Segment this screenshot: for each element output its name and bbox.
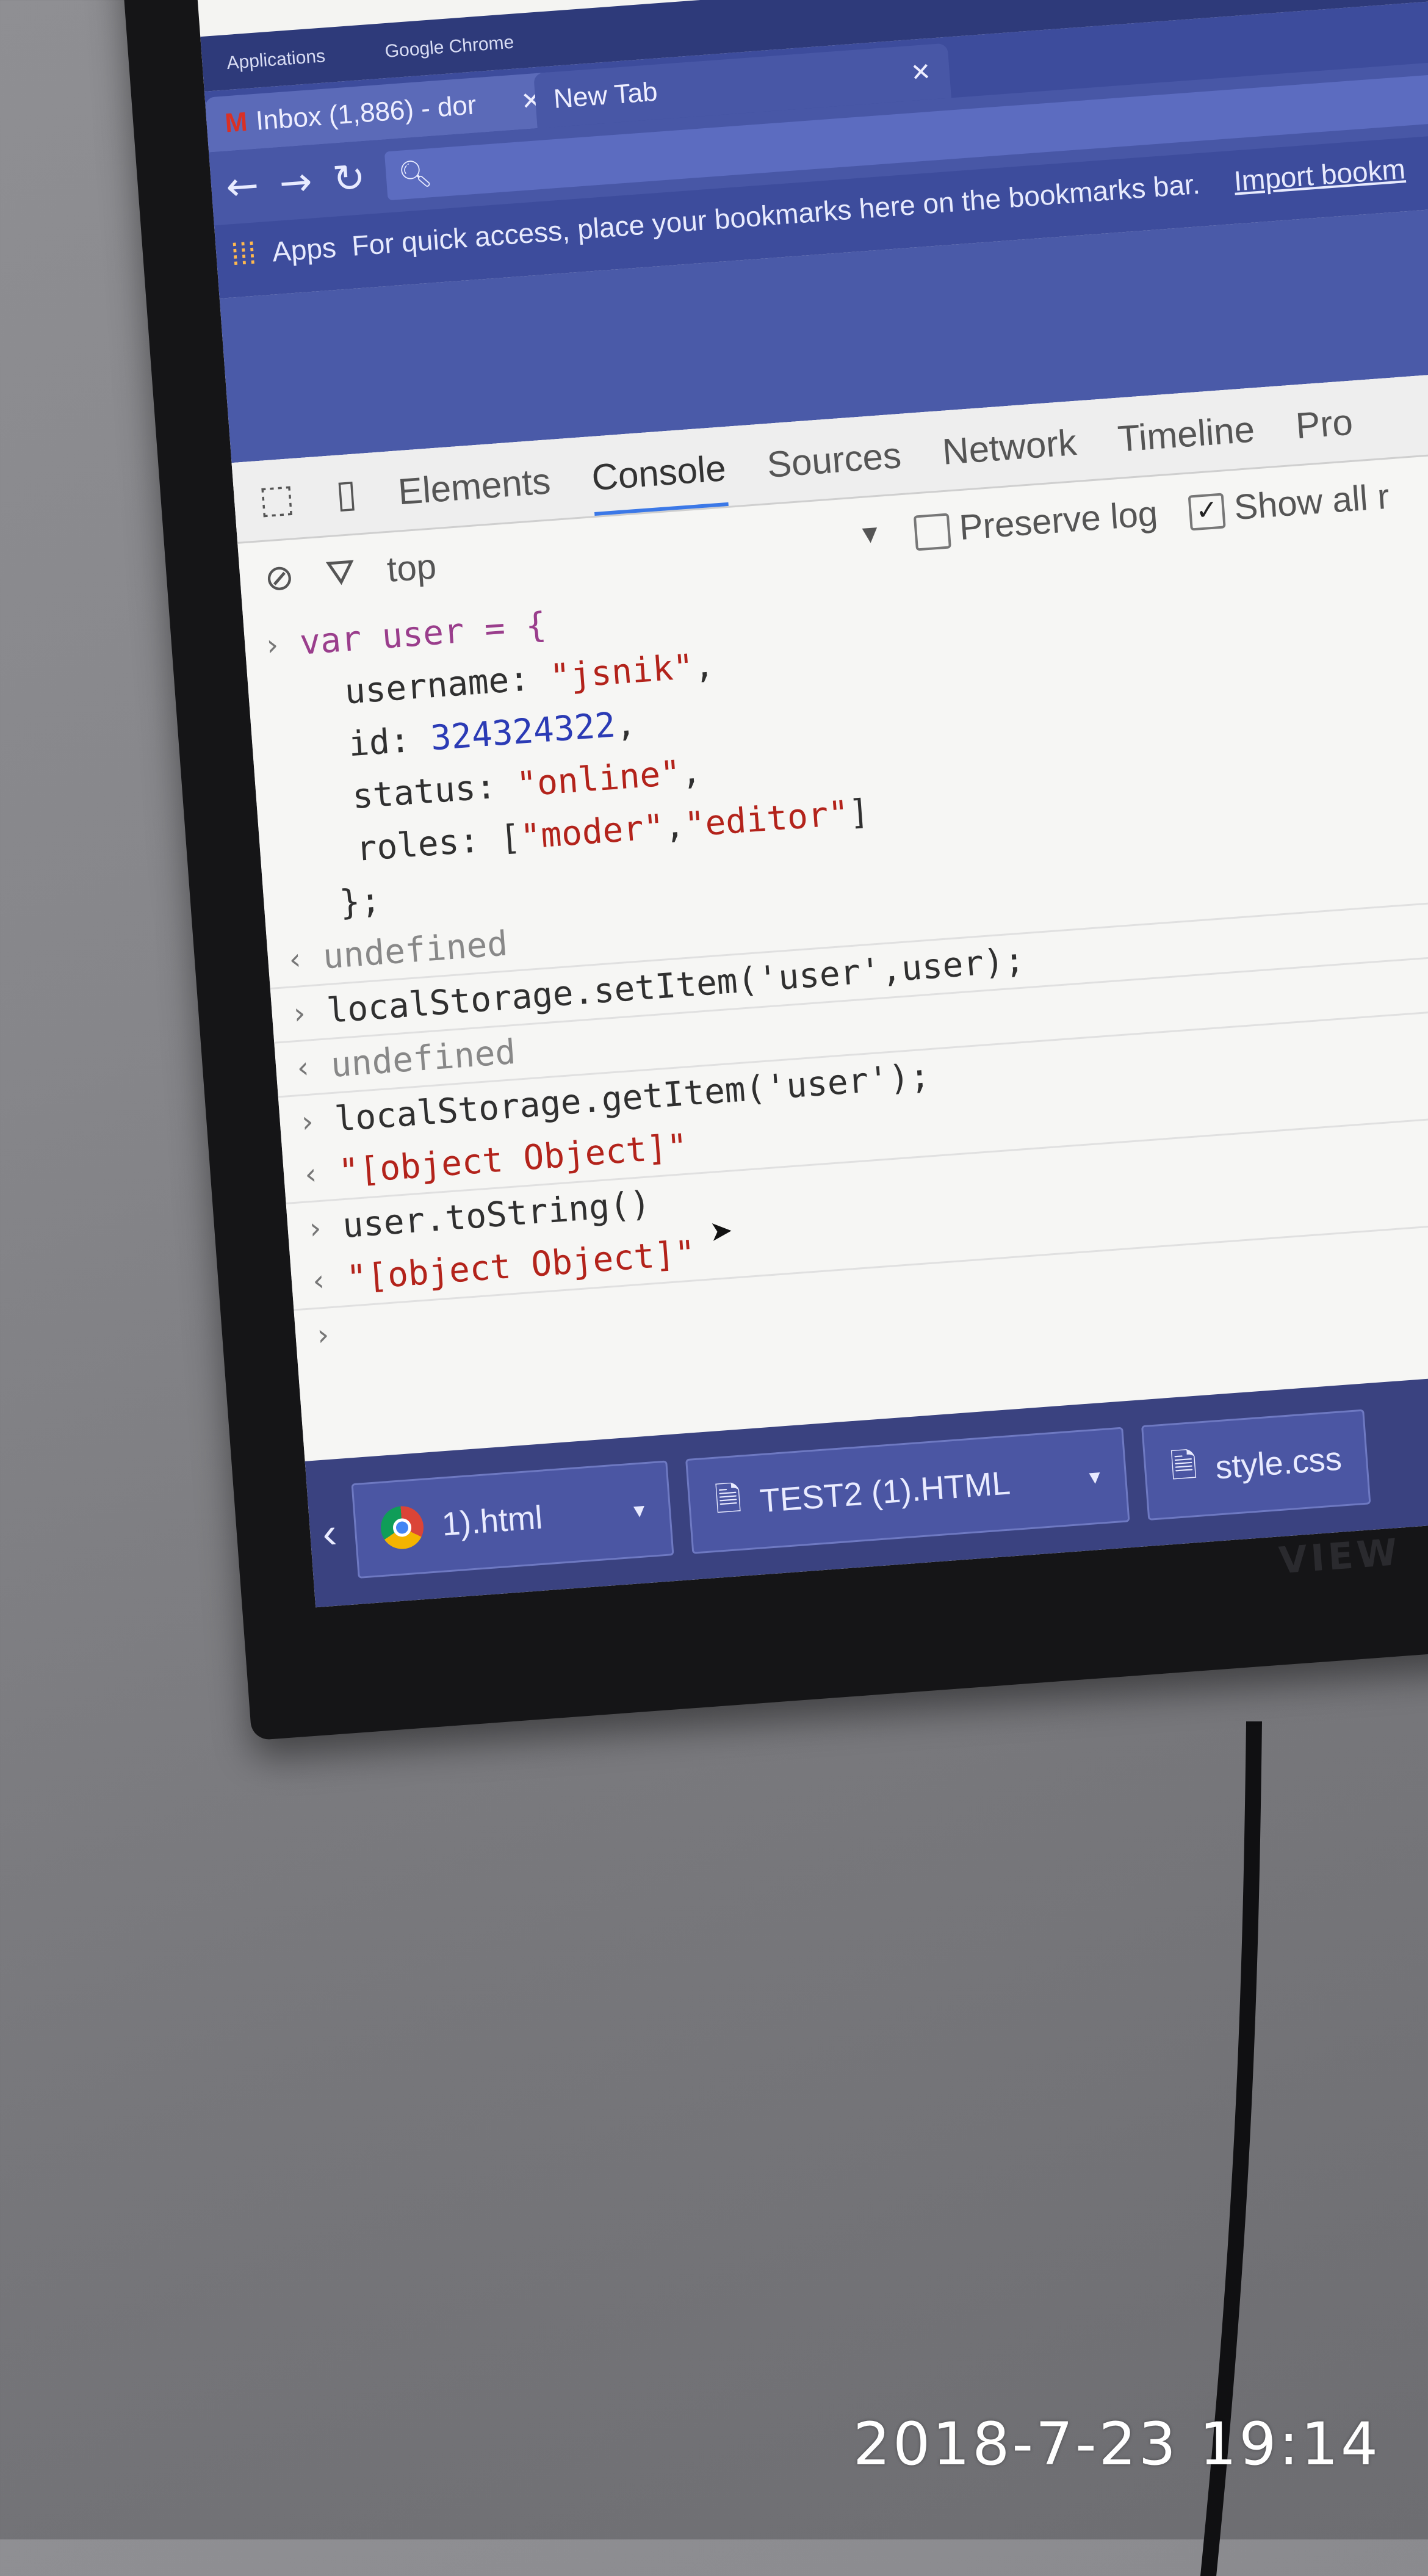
chevron-down-icon[interactable]: ▾ [633,1497,646,1523]
taskbar-item-label: TEST2 (1).HTML [759,1464,1012,1520]
result-text: undefined [321,924,510,977]
applications-menu[interactable]: Applications [226,46,326,74]
context-selector[interactable]: top [386,546,438,590]
devtools-tab-network[interactable]: Network [941,421,1080,490]
monitor: VIEW Applications Google Chrome M Inbox … [110,0,1428,1741]
console-output[interactable]: › var user = { username: "jsnik", id: 324… [243,518,1428,1461]
close-icon[interactable]: ✕ [910,58,932,87]
gmail-icon: M [223,106,249,139]
code-string: "jsnik" [548,646,695,697]
code-number: 324324322 [429,705,617,759]
device-mode-icon[interactable]: ▯ [334,471,360,535]
code-text: status: [351,765,518,817]
preserve-log-label: Preserve log [957,493,1159,548]
photo-timestamp: 2018-7-23 19:14 [853,2410,1380,2478]
back-arrow-icon[interactable]: ← [225,163,261,211]
monitor-screen: Applications Google Chrome M Inbox (1,88… [187,0,1428,1608]
preserve-log-option[interactable]: Preserve log [913,493,1159,551]
import-bookmarks-link[interactable]: Import bookm [1233,152,1406,197]
clear-console-icon[interactable]: ⊘ [263,555,295,599]
show-all-checkbox[interactable]: ✓ [1188,493,1226,531]
search-icon: 🔍︎ [397,157,434,191]
taskbar-item-label: style.css [1214,1440,1343,1486]
tab-label: Inbox (1,886) - dor [254,90,478,136]
devtools-tab-profiles[interactable]: Pro [1294,401,1355,465]
preserve-log-checkbox[interactable] [913,513,951,551]
apps-grid-icon[interactable]: ⁞⁞⁞ [229,235,258,272]
dropdown-arrow-icon[interactable]: ▼ [856,519,884,550]
taskbar-item-label: 1).html [440,1499,544,1543]
taskbar-item-test2[interactable]: 🗎 TEST2 (1).HTML ▾ [685,1427,1130,1554]
code-text: roles: [ [355,817,522,869]
chevron-down-icon[interactable]: ▾ [1088,1464,1101,1490]
code-text: id: [347,718,433,765]
inspect-element-icon[interactable]: ⬚ [257,475,297,540]
taskbar-item-style-css[interactable]: 🗎 style.css [1141,1409,1371,1521]
code-string: "moder" [519,807,666,858]
document-icon: 🗎 [713,1480,743,1519]
devtools-tab-elements[interactable]: Elements [397,460,554,530]
forward-arrow-icon[interactable]: → [278,159,314,206]
devtools-tab-timeline[interactable]: Timeline [1116,408,1257,477]
apps-link[interactable]: Apps [271,231,337,269]
show-all-option[interactable]: ✓ Show all r [1188,476,1391,531]
filter-icon[interactable]: ⛛ [324,551,357,595]
monitor-brand-logo: VIEW [1277,1530,1402,1583]
code-text: }; [338,880,383,924]
code-string: "editor" [683,793,851,845]
result-text: undefined [329,1032,517,1085]
chevron-left-icon[interactable]: ‹ [320,1508,338,1557]
code-text: username: [343,657,552,712]
window-title: Google Chrome [384,32,515,62]
tab-label: New Tab [552,76,659,114]
mouse-pointer-icon: ➤ [709,1209,736,1257]
document-icon: 🗎 [1169,1446,1199,1485]
devtools-tab-sources[interactable]: Sources [766,434,904,503]
devtools-panel: ⬚ ▯ Elements Console Sources Network Tim… [231,358,1428,1461]
reload-icon[interactable]: ↻ [331,155,367,203]
code-string: "online" [515,753,682,805]
chrome-icon [379,1505,425,1550]
show-all-label: Show all r [1233,476,1391,527]
taskbar-item-chrome[interactable]: 1).html ▾ [351,1460,674,1579]
devtools-tab-console[interactable]: Console [590,447,729,516]
